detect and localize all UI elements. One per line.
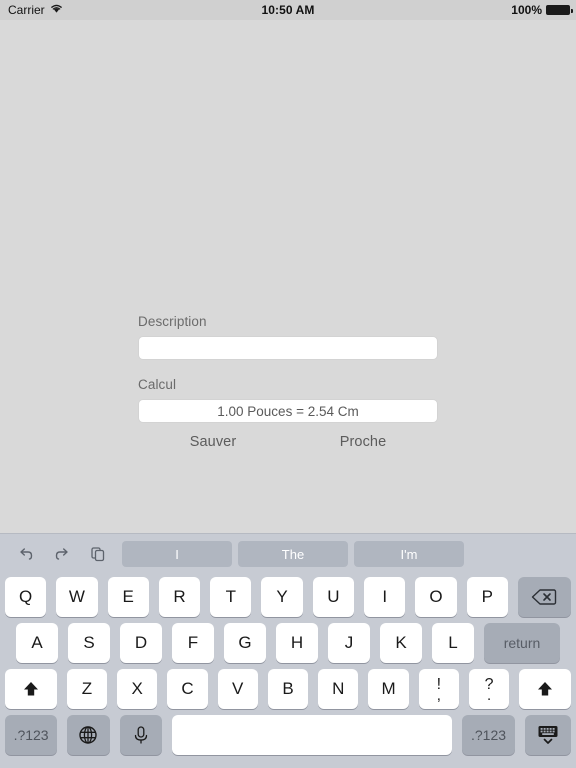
status-bar-clock: 10:50 AM [0, 0, 576, 20]
key-a[interactable]: A [16, 623, 58, 663]
key-r[interactable]: R [158, 577, 201, 617]
description-input[interactable] [138, 336, 438, 360]
space-key[interactable] [172, 715, 453, 755]
edit-icon-group [16, 544, 108, 564]
backspace-icon[interactable] [517, 577, 572, 617]
clock-label: 10:50 AM [261, 3, 315, 17]
shift-icon-right[interactable] [519, 669, 571, 709]
close-button[interactable]: Proche [288, 434, 438, 450]
key-q[interactable]: Q [4, 577, 47, 617]
battery-percent-label: 100% [511, 3, 542, 17]
key-m[interactable]: M [368, 669, 409, 709]
key-x[interactable]: X [117, 669, 158, 709]
key-c[interactable]: C [167, 669, 208, 709]
key-exclamation-comma[interactable]: ! , [418, 669, 459, 709]
key-f[interactable]: F [172, 623, 214, 663]
key-b[interactable]: B [267, 669, 309, 709]
globe-icon[interactable] [67, 715, 110, 755]
suggestion-chip-2[interactable]: I'm [354, 541, 464, 567]
suggestion-chip-1[interactable]: The [238, 541, 348, 567]
paste-icon[interactable] [88, 544, 108, 564]
keyboard-row-4: .?123 .?123 [0, 712, 576, 758]
key-w[interactable]: W [56, 577, 98, 617]
key-t[interactable]: T [210, 577, 252, 617]
status-bar: Carrier 10:50 AM 100% [0, 0, 576, 20]
keyboard-row-1: Q W E R T Y U I O P [0, 574, 576, 620]
undo-icon[interactable] [16, 544, 36, 564]
save-button[interactable]: Sauver [138, 434, 288, 450]
key-g[interactable]: G [224, 623, 266, 663]
key-o[interactable]: O [415, 577, 457, 617]
key-p[interactable]: P [466, 577, 508, 617]
keyboard-row-2: A S D F G H J K L return [0, 620, 576, 666]
numeric-switch-left-button[interactable]: .?123 [5, 715, 58, 755]
key-j[interactable]: J [328, 623, 370, 663]
return-key[interactable]: return [484, 623, 560, 663]
key-i[interactable]: I [364, 577, 406, 617]
main-content: Description Calcul 1.00 Pouces = 2.54 Cm… [0, 20, 576, 533]
redo-icon[interactable] [52, 544, 72, 564]
microphone-icon[interactable] [119, 715, 163, 755]
key-l[interactable]: L [432, 623, 474, 663]
key-z[interactable]: Z [66, 669, 108, 709]
conversion-form: Description Calcul 1.00 Pouces = 2.54 Cm [138, 314, 438, 423]
predictive-suggestion-bar: I The I'm [0, 534, 576, 574]
description-label: Description [138, 314, 207, 329]
calcul-value-field[interactable]: 1.00 Pouces = 2.54 Cm [138, 399, 438, 423]
key-y[interactable]: Y [261, 577, 303, 617]
form-button-row: Sauver Proche [138, 434, 438, 450]
key-question-period[interactable]: ? . [468, 669, 510, 709]
key-u[interactable]: U [312, 577, 355, 617]
key-comma-label: , [436, 687, 441, 704]
status-bar-right: 100% [511, 0, 573, 20]
shift-icon-left[interactable] [5, 669, 57, 709]
battery-full-icon [546, 5, 573, 15]
numeric-switch-right-button[interactable]: .?123 [462, 715, 515, 755]
key-d[interactable]: D [120, 623, 162, 663]
key-v[interactable]: V [217, 669, 258, 709]
key-k[interactable]: K [380, 623, 422, 663]
suggestion-list: I The I'm [122, 541, 464, 567]
key-e[interactable]: E [107, 577, 149, 617]
dismiss-keyboard-icon[interactable] [524, 715, 571, 755]
ios-app-screen: Carrier 10:50 AM 100% Description Calcul… [0, 0, 576, 768]
software-keyboard: I The I'm Q W E R T Y U I O P A S D F G … [0, 533, 576, 768]
calcul-label: Calcul [138, 377, 177, 392]
key-s[interactable]: S [68, 623, 110, 663]
key-period-label: . [486, 687, 492, 704]
suggestion-chip-0[interactable]: I [122, 541, 232, 567]
keyboard-row-3: Z X C V B N M ! , ? . [0, 666, 576, 712]
key-h[interactable]: H [276, 623, 318, 663]
key-n[interactable]: N [318, 669, 359, 709]
